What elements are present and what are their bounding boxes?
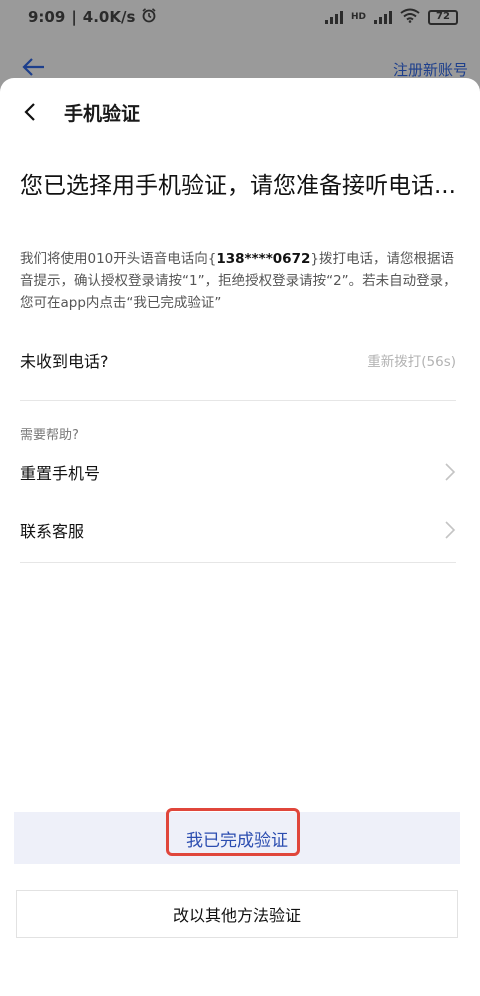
status-left: 9:09 | 4.0K/s (28, 7, 157, 27)
help-item-label: 重置手机号 (20, 464, 101, 483)
redial-button[interactable]: 重新拨打(56s) (367, 350, 456, 370)
phone-number: 138****0672 (216, 251, 311, 267)
description: 我们将使用010开头语音电话向{138****0672}拨打电话，请您根据语音提… (20, 248, 460, 314)
help-item-label: 联系客服 (20, 522, 85, 541)
divider (20, 400, 456, 401)
network-type: HD (350, 12, 366, 22)
wifi-icon (400, 8, 420, 27)
no-call-row: 未收到电话? 重新拨打(56s) (20, 332, 456, 388)
status-bar: 9:09 | 4.0K/s HD 72 (0, 0, 480, 34)
status-time: 9:09 (28, 8, 66, 26)
register-link: 注册新账号 (392, 60, 468, 79)
chevron-right-icon (445, 521, 456, 539)
signal-icon (324, 10, 343, 24)
chevron-right-icon (445, 463, 456, 481)
network-speed: 4.0K/s (82, 8, 136, 26)
help-item-reset-phone[interactable]: 重置手机号 (20, 444, 456, 500)
chevron-left-icon (24, 103, 35, 121)
alarm-clock-icon (141, 7, 157, 27)
back-button[interactable] (10, 92, 50, 132)
battery-indicator: 72 (428, 9, 458, 25)
headline: 您已选择用手机验证，请您准备接听电话... (20, 173, 456, 199)
description-part1: 我们将使用010开头语音电话向{ (20, 251, 217, 267)
other-method-button[interactable]: 改以其他方法验证 (16, 890, 458, 938)
help-item-contact-support[interactable]: 联系客服 (20, 502, 456, 558)
help-label: 需要帮助? (20, 428, 79, 443)
highlight-annotation (166, 808, 300, 856)
no-call-label: 未收到电话? (20, 352, 109, 371)
signal-icon-2 (374, 10, 392, 24)
page-title: 手机验证 (64, 102, 141, 125)
divider (20, 562, 456, 563)
sheet-header: 手机验证 (0, 78, 480, 146)
status-right: HD 72 (324, 8, 458, 27)
verification-sheet: 手机验证 您已选择用手机验证，请您准备接听电话... 我们将使用010开头语音电… (0, 78, 480, 996)
status-separator: | (71, 8, 77, 26)
